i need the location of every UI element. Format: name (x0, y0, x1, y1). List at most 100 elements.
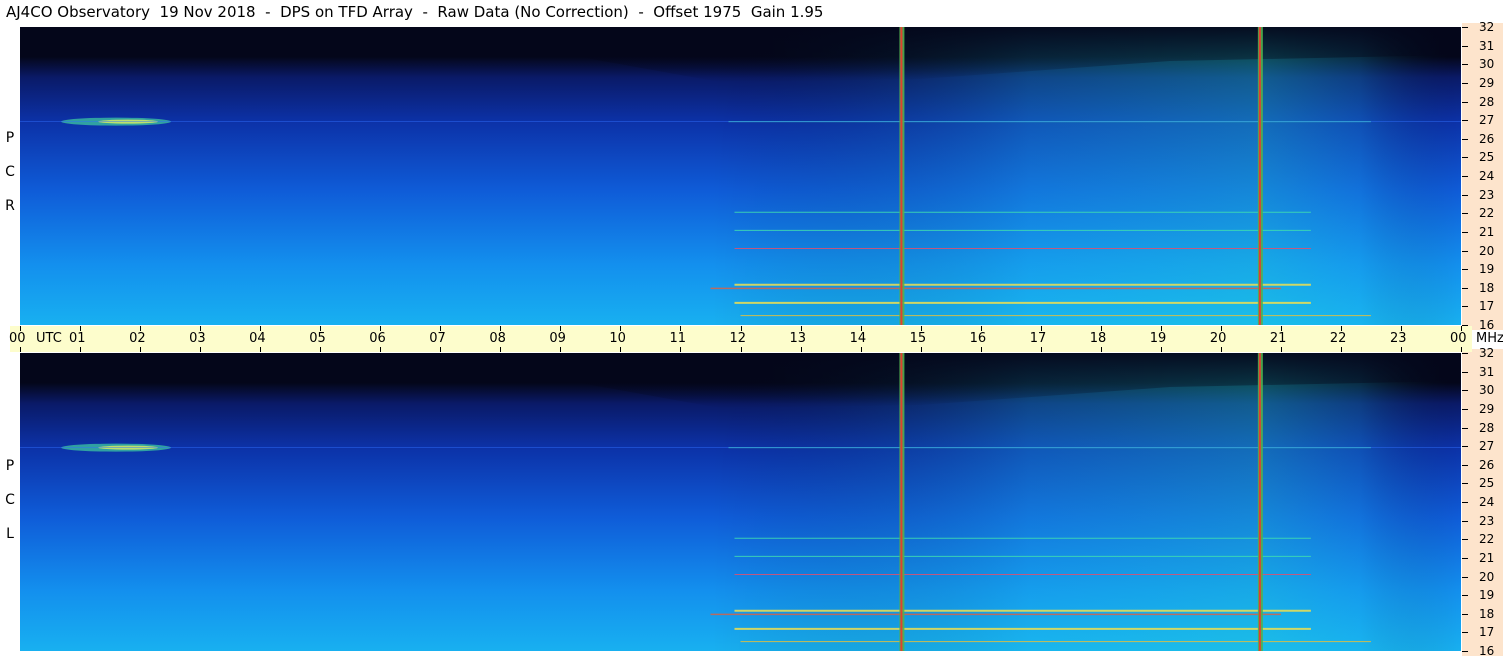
utc-tick-mark (20, 347, 21, 352)
lcp-letter-l: L (6, 526, 14, 542)
mhz-unit-label: MHz (1476, 331, 1503, 346)
utc-tick-mark (1461, 347, 1462, 352)
utc-tick-mark (1040, 347, 1042, 352)
utc-tick-mark (980, 347, 982, 352)
freq-tick-text: 24 (1479, 169, 1495, 183)
utc-time-axis: 00 01 02 03 04 05 06 07 08 09 10 11 12 13 14 15 16 17 18 19… (9, 326, 1503, 352)
freq-tick-text: 22 (1479, 532, 1495, 547)
utc-tick-mark (200, 326, 202, 331)
utc-tick-mark (1461, 326, 1462, 331)
freq-tick-mark (1462, 213, 1468, 215)
freq-tick-text: 31 (1479, 364, 1495, 379)
utc-tick-label: 12 (729, 331, 747, 346)
freq-tick-mark (1462, 502, 1468, 503)
utc-tick-mark (80, 347, 82, 352)
utc-tick-mark (1220, 347, 1222, 352)
utc-tick-mark (1400, 347, 1402, 352)
freq-tick-text: 26 (1479, 457, 1495, 472)
utc-tick-label: 16 (969, 331, 987, 346)
utc-tick-mark (800, 326, 802, 331)
utc-tick-label: 00 (1450, 331, 1467, 346)
freq-tick-mark (1462, 427, 1468, 429)
freq-tick-text: 25 (1479, 476, 1495, 491)
utc-tick-label: 17 (1029, 331, 1047, 346)
freq-tick-text: 28 (1479, 420, 1495, 435)
utc-tick-label: 15 (909, 331, 927, 346)
utc-tick-label: 22 (1329, 331, 1347, 346)
freq-tick-text: 22 (1479, 206, 1495, 221)
freq-tick-mark (1462, 157, 1468, 159)
freq-tick-mark (1462, 176, 1468, 177)
utc-tick-mark (1220, 326, 1222, 331)
rcp-spectrogram (20, 27, 1461, 325)
freq-tick-text: 18 (1479, 606, 1495, 621)
freq-tick-text: 27 (1479, 439, 1495, 454)
utc-tick-mark (500, 347, 502, 352)
utc-tick-mark (380, 326, 382, 331)
freq-tick-text: 28 (1479, 94, 1495, 109)
utc-tick-mark (380, 347, 382, 352)
rcp-letter-r: R (5, 198, 15, 214)
freq-tick-text: 31 (1479, 38, 1495, 53)
utc-tick-mark (620, 347, 622, 352)
freq-tick-text: 20 (1479, 569, 1495, 584)
freq-tick-text: 25 (1479, 150, 1495, 165)
interference-line-core-1 (1258, 353, 1261, 651)
freq-tick-mark (1462, 64, 1468, 66)
freq-tick-text: 21 (1479, 224, 1495, 239)
utc-tick-mark (920, 347, 922, 352)
utc-tick-label: 21 (1269, 331, 1287, 346)
utc-tick-label: 00 (9, 331, 26, 346)
lcp-letter-c: C (5, 492, 15, 508)
freq-tick-mark (1462, 120, 1468, 122)
freq-tick-mark (1462, 539, 1468, 541)
rcp-spectrogram-svg (20, 27, 1461, 325)
utc-tick-label: 06 (369, 331, 386, 346)
freq-tick-text: 30 (1479, 57, 1495, 72)
utc-tick-mark (1040, 326, 1042, 331)
freq-tick-text: 30 (1479, 383, 1495, 398)
utc-tick-label: 23 (1389, 331, 1407, 346)
freq-tick-mark (1462, 408, 1468, 410)
utc-tick-label: 07 (429, 331, 446, 346)
freq-tick-mark (1462, 45, 1468, 47)
rcp-letter-p: P (5, 130, 15, 146)
utc-tick-mark (1280, 326, 1282, 331)
freq-tick-text: 17 (1479, 625, 1495, 640)
utc-tick-label: 01 (69, 331, 86, 346)
utc-tick-mark (200, 347, 202, 352)
utc-tick-mark (1160, 347, 1162, 352)
utc-tick-mark (740, 326, 742, 331)
freq-tick-mark (1462, 250, 1468, 252)
freq-tick-mark (1462, 306, 1468, 308)
utc-tick-mark (260, 326, 262, 331)
utc-tick-mark (500, 326, 502, 331)
utc-tick-mark (680, 326, 682, 331)
utc-tick-mark (920, 326, 922, 331)
interference-line-core-0 (900, 353, 903, 651)
freq-tick-text: 16 (1479, 318, 1495, 332)
utc-tick-mark (440, 347, 442, 352)
utc-tick-mark (860, 347, 862, 352)
interference-line-core-0 (900, 27, 903, 325)
utc-tick-label: 08 (489, 331, 506, 346)
rcp-frequency-axis: 32 31 30 29 28 27 26 25 24 23 22 21 20 19 18 17 16 (1462, 21, 1503, 332)
freq-tick-text: 23 (1479, 513, 1495, 528)
lcp-letter-p: P (5, 458, 15, 474)
utc-tick-mark (1160, 326, 1162, 331)
freq-tick-mark (1462, 390, 1468, 392)
freq-tick-mark (1462, 194, 1468, 196)
utc-tick-mark (320, 326, 322, 331)
utc-tick-mark (320, 347, 322, 352)
utc-tick-label: 09 (549, 331, 566, 346)
freq-tick-text: 29 (1479, 401, 1495, 416)
utc-tick-mark (560, 347, 562, 352)
utc-tick-mark (800, 347, 802, 352)
freq-tick-mark (1462, 353, 1468, 354)
freq-tick-text: 27 (1479, 113, 1495, 128)
lcp-spectrogram-svg (20, 353, 1461, 651)
freq-tick-text: 17 (1479, 299, 1495, 314)
utc-tick-label: 04 (249, 331, 266, 346)
freq-tick-mark (1462, 576, 1468, 578)
lcp-label: P C L (3, 449, 17, 551)
